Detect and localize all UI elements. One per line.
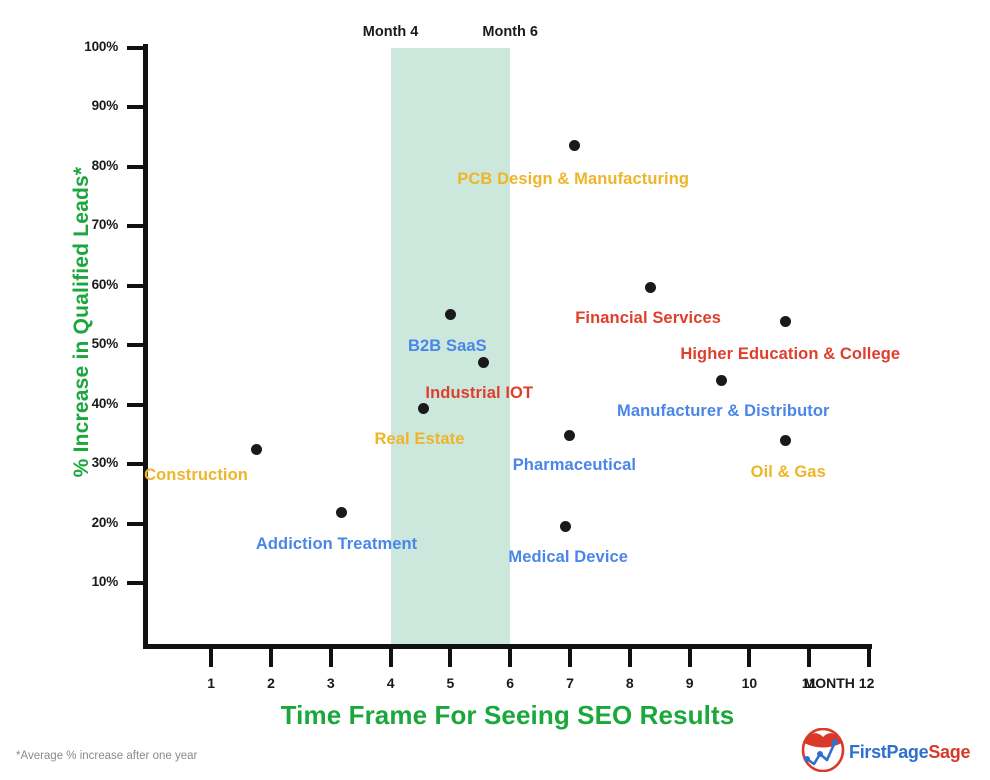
x-tick-mark	[209, 649, 214, 667]
x-tick-mark	[747, 649, 752, 667]
data-point-label: PCB Design & Manufacturing	[457, 169, 690, 188]
y-tick-mark	[127, 402, 144, 407]
y-tick-mark	[127, 283, 144, 288]
y-tick-mark	[127, 521, 144, 526]
y-tick-mark	[127, 343, 144, 347]
footnote: *Average % increase after one year	[16, 750, 198, 762]
data-point-label: Higher Education & College	[680, 345, 901, 364]
y-tick-mark	[127, 224, 144, 228]
data-point[interactable]	[336, 507, 348, 519]
x-tick-mark	[388, 649, 393, 667]
data-point-label: B2B SaaS	[408, 337, 487, 356]
logo-word-sage: Sage	[928, 742, 971, 762]
y-tick-mark	[127, 45, 144, 50]
x-tick-mark	[269, 649, 273, 667]
data-point-label: Construction	[144, 466, 248, 485]
data-point[interactable]	[779, 435, 791, 447]
data-point-label: Oil & Gas	[750, 462, 826, 481]
data-point-label: Manufacturer & Distributor	[617, 402, 830, 421]
x-tick-mark	[448, 649, 453, 667]
x-tick-mark	[627, 649, 632, 667]
y-tick-label: 100%	[84, 38, 118, 54]
y-tick-mark	[127, 581, 144, 585]
data-point[interactable]	[563, 429, 575, 441]
y-tick-mark	[127, 164, 144, 169]
x-tick-mark	[328, 649, 333, 667]
data-point[interactable]	[444, 308, 456, 320]
y-tick-label: 90%	[91, 98, 119, 113]
data-point-label: Addiction Treatment	[255, 534, 418, 553]
data-point[interactable]	[559, 520, 571, 532]
data-point[interactable]	[568, 140, 580, 152]
data-point-label: Industrial IOT	[425, 384, 534, 403]
data-point[interactable]	[779, 315, 791, 327]
y-tick-label: 10%	[91, 574, 119, 589]
firstpagesage-logo: FirstPageSage	[800, 727, 970, 777]
y-tick-mark	[127, 105, 144, 109]
x-tick-mark	[568, 649, 572, 667]
data-point[interactable]	[250, 443, 262, 455]
logo-word-page: Page	[886, 742, 929, 762]
y-axis-title: % Increase in Qualified Leads*	[70, 166, 93, 478]
x-tick-mark	[687, 649, 692, 667]
data-point[interactable]	[644, 281, 656, 293]
band-label-month-6: Month 6	[482, 24, 538, 40]
data-point[interactable]	[477, 356, 489, 368]
x-tick-mark	[867, 649, 871, 667]
data-point-label: Financial Services	[575, 309, 722, 328]
data-point[interactable]	[715, 374, 727, 386]
logo-word-first: First	[849, 742, 887, 762]
logo-mark-icon	[800, 727, 846, 777]
y-tick-mark	[127, 462, 144, 466]
data-point-label: Real Estate	[374, 429, 465, 448]
x-tick-label: MONTH 12	[803, 675, 875, 691]
seo-results-scatter-chart: Month 4 Month 6 10% 20% 30% 40% 50% 60% 70% 80%…	[0, 0, 990, 780]
data-point-label: Pharmaceutical	[512, 456, 637, 475]
x-tick-mark	[807, 649, 812, 667]
x-tick-mark	[508, 649, 513, 667]
data-point-label: Medical Device	[508, 548, 629, 567]
x-axis-title: Time Frame For Seeing SEO Results	[280, 700, 735, 730]
logo-wordmark: FirstPageSage	[849, 742, 970, 763]
